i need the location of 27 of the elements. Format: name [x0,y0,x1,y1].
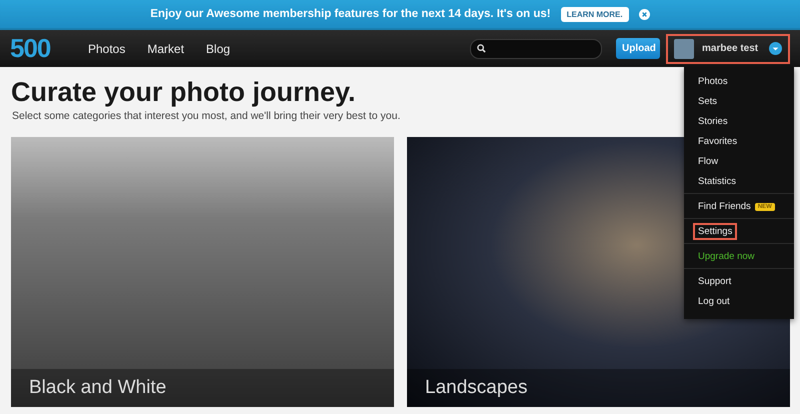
category-label: Black and White [11,369,394,407]
category-card[interactable]: Black and White [11,137,394,407]
menu-item[interactable]: Stories [693,113,733,130]
menu-item[interactable]: Support [693,273,736,290]
menu-item[interactable]: Sets [693,93,722,110]
menu-item[interactable]: Flow [693,153,724,170]
caret-icon [769,42,782,55]
search-field[interactable] [470,38,602,58]
menu-item[interactable]: Log out [693,293,735,310]
promo-text: Enjoy our Awesome membership features for the next 14 days. It's on us! [150,8,551,20]
logo[interactable]: 500 [10,33,66,64]
menu-item[interactable]: Statistics [693,173,742,190]
menu-item[interactable]: Upgrade now [693,248,760,265]
avatar [674,38,694,58]
menu-item[interactable]: Settings [693,223,738,240]
menu-item[interactable]: Photos [693,73,733,90]
page-heading: Curate your photo journey. [11,77,356,108]
user-menu-button[interactable]: marbee test [666,34,790,64]
category-label: Landscapes [407,369,790,407]
nav-link[interactable]: Market [147,42,184,56]
close-icon[interactable] [638,8,650,20]
menu-item-label: Find Friends [698,201,751,212]
learn-more-button[interactable]: LEARN MORE. [560,6,629,22]
search-icon [477,44,486,53]
page-subheading: Select some categories that interest you most, and we'll bring their very best to you. [12,110,400,122]
nav-link[interactable]: Photos [88,42,126,56]
nav-link[interactable]: Blog [206,42,230,56]
